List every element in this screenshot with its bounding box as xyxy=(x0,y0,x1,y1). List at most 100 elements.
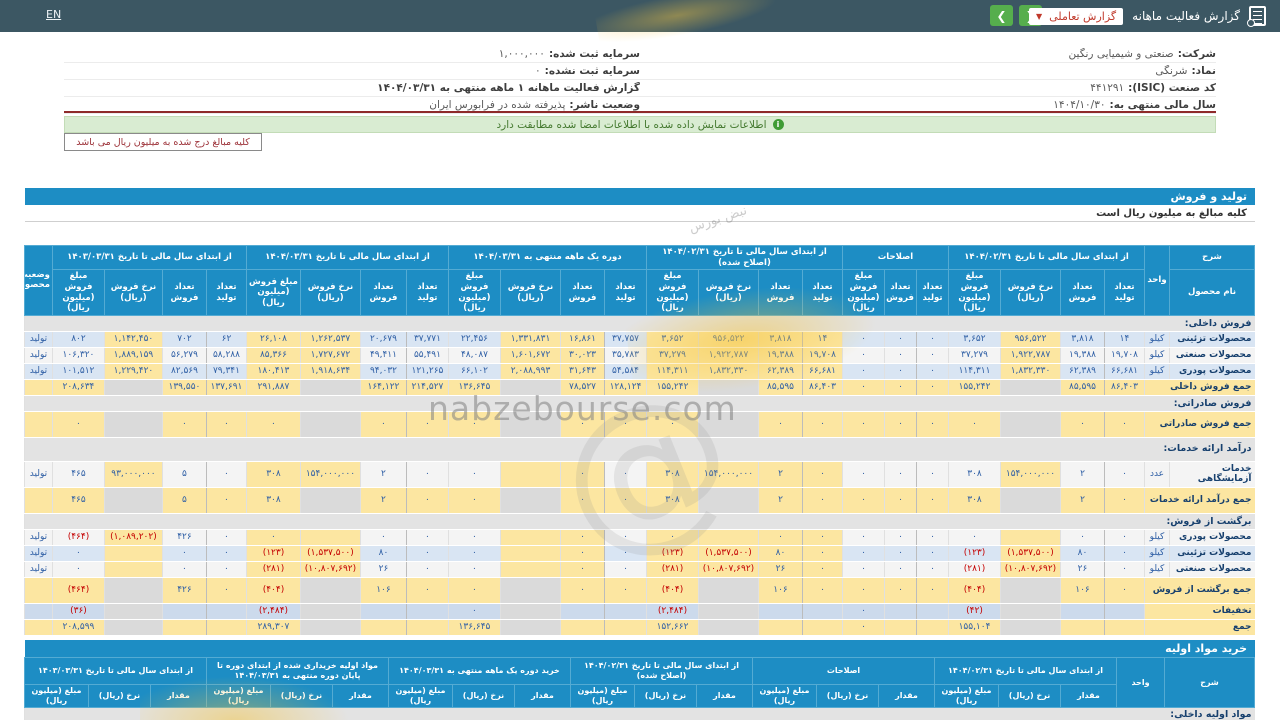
column-header: مبلغ فروش (میلیون ریال) xyxy=(948,269,1001,316)
table-cell: ۱,۲۲۹,۴۲۰ xyxy=(103,363,163,380)
table-cell: ۰ xyxy=(758,529,803,546)
table-cell: ۰ xyxy=(205,577,247,604)
table-cell: ۴۶۵ xyxy=(51,487,105,514)
table-cell: ۸۶,۴۰۳ xyxy=(802,379,843,396)
table-cell: ۱۵۲,۶۶۲ xyxy=(646,619,699,636)
table-cell: ۰ xyxy=(842,545,885,562)
section-label: فروش داخلی: xyxy=(23,315,1255,332)
column-header: تعداد تولید xyxy=(916,269,949,316)
group-header: اصلاحات xyxy=(751,657,936,685)
language-toggle[interactable]: EN xyxy=(46,8,61,21)
table-cell: ۱۰۶,۳۲۰ xyxy=(51,347,105,364)
table-cell xyxy=(604,619,647,636)
row-label: محصولات صنعتی xyxy=(1169,347,1255,364)
table-cell: ۱۴ xyxy=(1104,331,1145,348)
table-cell: ۰ xyxy=(802,461,843,488)
table-cell xyxy=(359,619,407,636)
table-cell: ۲۸۹,۳۰۷ xyxy=(245,619,301,636)
table-cell xyxy=(161,619,207,636)
table-cell: ۳۵,۷۸۳ xyxy=(604,347,647,364)
report-icon xyxy=(1247,6,1266,27)
table-cell: ۱۴ xyxy=(802,331,843,348)
row-label: جمع xyxy=(1144,619,1255,636)
table-cell: ۰ xyxy=(948,411,1001,438)
row-label: خدمات آزمایشگاهی xyxy=(1169,461,1255,488)
table-cell: ۰ xyxy=(405,561,449,578)
table-cell: ۰ xyxy=(842,577,885,604)
table-cell: ۳۰۸ xyxy=(948,487,1001,514)
amounts-note-text: کلیه مبالغ درج شده به میلیون ریال می باش… xyxy=(76,136,250,148)
row-label: محصولات تزئینی xyxy=(1169,545,1255,562)
table-cell: ۰ xyxy=(884,561,917,578)
table-row: محصولات صنعتی کیلو ۱۹,۷۰۸ ۱۹,۳۸۸ ۱,۹۲۲,۷۸۷ ۳۷… xyxy=(23,347,1255,364)
column-header: مقدار xyxy=(878,684,935,708)
info-row: نماد: شرنگی سرمایه ثبت نشده: ۰ xyxy=(64,63,1216,80)
report-type-dropdown[interactable]: گزارش تعاملی ▼ xyxy=(1028,7,1124,25)
info-label: سال مالی منتهی به: xyxy=(1109,99,1217,111)
table-cell xyxy=(299,619,361,636)
status-cell: تولید xyxy=(23,363,53,380)
table-cell: ۱۳۹,۵۵۰ xyxy=(161,379,207,396)
table-cell: ۸۶,۴۰۳ xyxy=(1104,379,1145,396)
table-cell xyxy=(802,619,843,636)
table-row: تخفیفات (۴۲) ۰ (۲,۴۸۴) ۰ (۲,۴۸۴) (۳۶) xyxy=(23,603,1255,620)
table-cell: (۴۲) xyxy=(948,603,1001,620)
table-row: جمع درآمد ارائه خدمات ۰ ۲ ۳۰۸ ۰ ۰ ۰ ۰ ۲ ۳۰۸ ۰ ۰ ۰ ۰ ۲ ۳… xyxy=(23,487,1255,514)
table-cell: ۰ xyxy=(560,411,605,438)
section-label: فروش صادراتی: xyxy=(23,395,1255,412)
table-cell xyxy=(205,603,247,620)
table-cell: (۱,۰۸۹,۲۰۲) xyxy=(103,529,163,546)
table-cell: (۲۸۱) xyxy=(245,561,301,578)
group-header: دوره یک ماهه منتهی به ۱۴۰۴/۰۳/۳۱ xyxy=(447,244,648,271)
table-cell: ۰ xyxy=(560,545,605,562)
table-cell: ۱۳۶,۶۴۵ xyxy=(447,619,501,636)
column-header: تعداد فروش xyxy=(758,269,803,316)
table-cell: ۳,۸۱۸ xyxy=(758,331,803,348)
table-cell: ۰ xyxy=(51,545,105,562)
table-cell: ۸۰ xyxy=(359,545,407,562)
table-cell: ۰ xyxy=(405,529,449,546)
section-row: برگشت از فروش: xyxy=(23,513,1255,530)
table-cell: ۸۲,۵۶۹ xyxy=(161,363,207,380)
table-cell: ۸۰ xyxy=(758,545,803,562)
table-cell: ۲,۰۸۸,۹۹۳ xyxy=(500,363,561,380)
header-row: نام محصول تعداد تولید تعداد فروش نرخ فروش (… xyxy=(24,269,1255,316)
column-header: نرخ فروش (ریال) xyxy=(299,269,361,316)
header-row: مقدار نرخ (ریال) مبلغ (میلیون ریال) مقدار نر… xyxy=(23,684,1254,708)
table-cell: ۰ xyxy=(405,577,449,604)
table-cell: ۰ xyxy=(447,411,501,438)
table-cell: ۷۰۲ xyxy=(161,331,207,348)
table-cell: ۱۵۴,۰۰۰,۰۰۰ xyxy=(698,461,759,488)
table-cell xyxy=(500,561,561,578)
table-cell: ۸۵,۳۶۶ xyxy=(245,347,301,364)
status-cell xyxy=(23,411,53,438)
row-label: محصولات پودری xyxy=(1169,529,1255,546)
table-cell xyxy=(500,603,561,620)
table-cell xyxy=(103,619,163,636)
table-cell: (۱,۵۳۷,۵۰۰) xyxy=(299,545,361,562)
table-cell: ۰ xyxy=(916,331,949,348)
table-cell: ۰ xyxy=(646,529,699,546)
table-cell: ۸۰ xyxy=(1060,545,1105,562)
column-header: تعداد فروش xyxy=(161,269,207,316)
table-cell xyxy=(500,487,561,514)
column-header: شرح xyxy=(1164,657,1255,708)
info-label: کد صنعت (ISIC): xyxy=(1128,82,1216,94)
table-cell: ۶۶,۶۸۱ xyxy=(802,363,843,380)
table-cell: ۰ xyxy=(842,363,885,380)
column-header: مقدار xyxy=(331,684,389,708)
table-cell xyxy=(299,379,361,396)
table-cell: ۰ xyxy=(842,619,885,636)
next-report-button[interactable]: ❮ xyxy=(990,5,1013,26)
table-cell: ۰ xyxy=(1104,529,1145,546)
table-cell: ۶۲,۳۸۹ xyxy=(758,363,803,380)
amounts-unit-text: کلیه مبالغ به میلیون ریال است xyxy=(1096,207,1247,219)
section-bar-title: تولید و فروش xyxy=(1170,190,1247,203)
table-cell: ۰ xyxy=(560,487,605,514)
chevron-down-icon: ▼ xyxy=(1035,11,1043,21)
table-cell: ۱۵۴,۰۰۰,۰۰۰ xyxy=(1000,461,1061,488)
table-cell: ۰ xyxy=(405,461,449,488)
column-header: نرخ (ریال) xyxy=(998,684,1061,708)
table-cell xyxy=(1104,619,1145,636)
unit-cell: عدد xyxy=(1144,461,1170,488)
